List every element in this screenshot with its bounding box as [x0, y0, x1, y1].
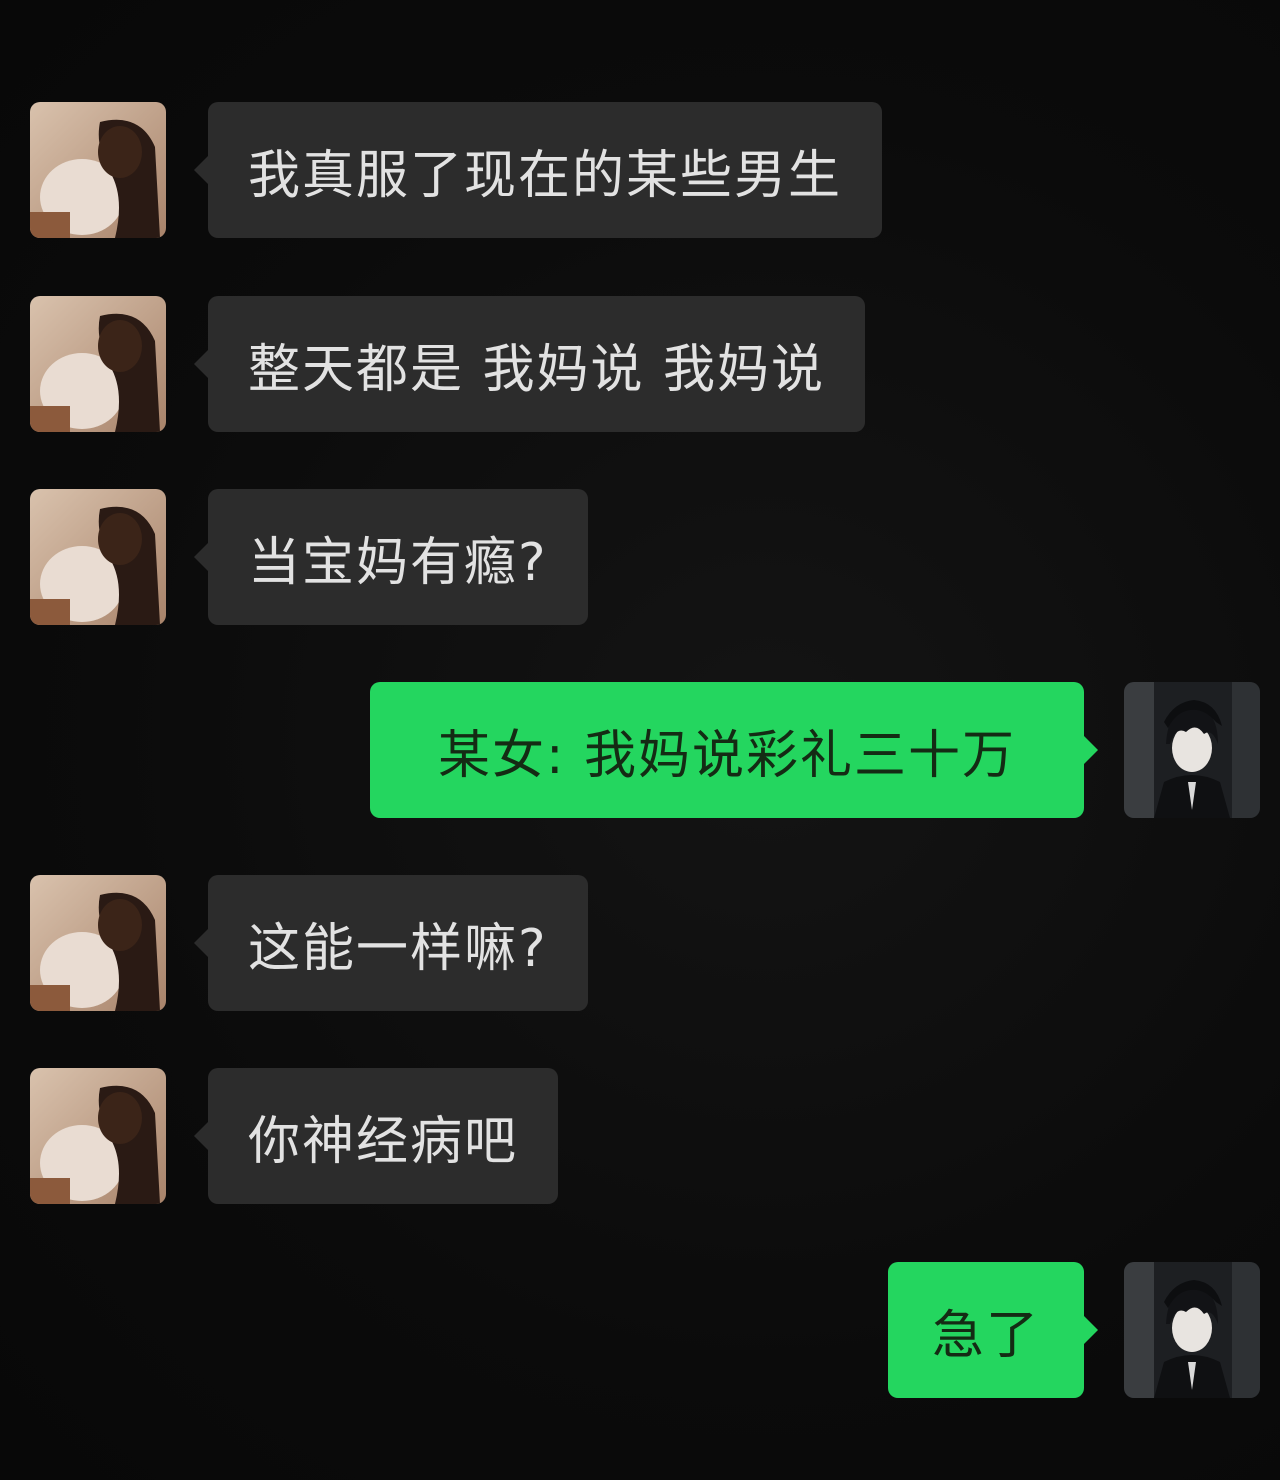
message-text: 这能一样嘛? — [248, 918, 548, 979]
incoming-message-bubble[interactable]: 我真服了现在的某些男生 — [193, 102, 883, 238]
anime-boy-avatar-icon — [1124, 1262, 1260, 1398]
contact-avatar[interactable] — [30, 489, 166, 625]
message-row: 这能一样嘛? — [0, 875, 1280, 1011]
message-text: 急了 — [932, 1305, 1041, 1366]
female-avatar-icon — [30, 489, 166, 625]
message-text: 整天都是 我妈说 我妈说 — [248, 339, 826, 400]
message-row: 当宝妈有瘾? — [0, 489, 1280, 625]
incoming-message-bubble[interactable]: 你神经病吧 — [193, 1068, 559, 1204]
outgoing-message-bubble[interactable]: 某女: 我妈说彩礼三十万 — [370, 682, 1098, 818]
self-avatar[interactable] — [1124, 1262, 1260, 1398]
incoming-message-bubble[interactable]: 当宝妈有瘾? — [194, 489, 588, 625]
contact-avatar[interactable] — [30, 296, 166, 432]
female-avatar-icon — [30, 296, 166, 432]
message-row: 某女: 我妈说彩礼三十万 — [0, 682, 1280, 818]
message-text: 我真服了现在的某些男生 — [248, 145, 843, 206]
female-avatar-icon — [30, 1068, 166, 1204]
message-row: 我真服了现在的某些男生 — [0, 102, 1280, 238]
incoming-message-bubble[interactable]: 整天都是 我妈说 我妈说 — [193, 296, 866, 432]
female-avatar-icon — [30, 875, 166, 1011]
contact-avatar[interactable] — [30, 1068, 166, 1204]
message-text: 某女: 我妈说彩礼三十万 — [437, 725, 1017, 786]
message-row: 整天都是 我妈说 我妈说 — [0, 296, 1280, 432]
female-avatar-icon — [30, 102, 166, 238]
outgoing-message-bubble[interactable]: 急了 — [888, 1262, 1098, 1398]
message-row: 急了 — [0, 1262, 1280, 1398]
chat-area: 我真服了现在的某些男生 整天都是 我妈说 我妈说 当宝妈有瘾? 某女: 我妈说彩… — [0, 0, 1280, 1480]
contact-avatar[interactable] — [30, 875, 166, 1011]
self-avatar[interactable] — [1124, 682, 1260, 818]
anime-boy-avatar-icon — [1124, 682, 1260, 818]
message-text: 你神经病吧 — [248, 1111, 519, 1172]
message-row: 你神经病吧 — [0, 1068, 1280, 1204]
incoming-message-bubble[interactable]: 这能一样嘛? — [194, 875, 588, 1011]
message-text: 当宝妈有瘾? — [248, 532, 548, 593]
contact-avatar[interactable] — [30, 102, 166, 238]
